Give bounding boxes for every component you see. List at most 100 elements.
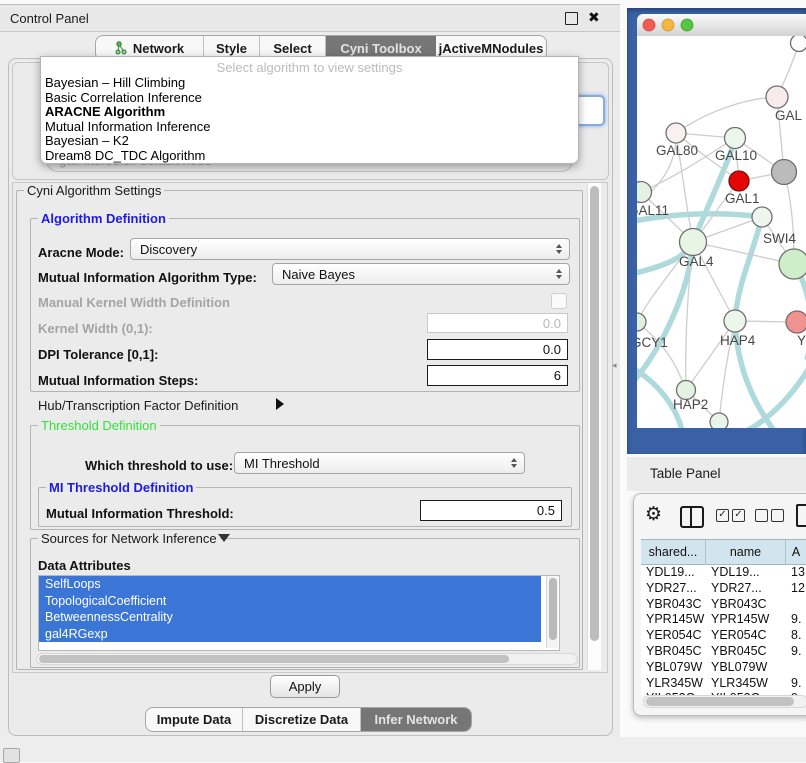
table-row[interactable]: YLR345W YLR345W 9. — [641, 676, 806, 692]
hub-definition-label: Hub/Transcription Factor Definition — [38, 398, 238, 413]
cell: YPR145W — [641, 612, 706, 628]
node[interactable] — [725, 128, 746, 149]
traffic-close-icon[interactable] — [643, 19, 655, 31]
cell: YBL079W — [706, 660, 786, 676]
aracne-mode-combo[interactable]: Discovery — [130, 238, 570, 260]
node[interactable] — [637, 182, 652, 203]
cell: YBR045C — [641, 644, 706, 660]
dpi-tolerance-field[interactable]: 0.0 — [427, 339, 568, 360]
mi-threshold-field[interactable]: 0.5 — [420, 500, 562, 521]
collapse-arrow-icon[interactable] — [218, 534, 230, 542]
table-row[interactable]: YDL19... YDL19... 13 — [641, 565, 806, 581]
traffic-zoom-icon[interactable] — [681, 19, 693, 31]
horizontal-scrollbar[interactable] — [36, 653, 578, 665]
table-row[interactable]: YPR145W YPR145W 9. — [641, 612, 806, 628]
tab-discretize-data[interactable]: Discretize Data — [243, 708, 361, 731]
table-row[interactable]: YBR045C YBR045C 9. — [641, 644, 806, 660]
which-threshold-combo[interactable]: MI Threshold — [234, 452, 525, 474]
tab-infer-network-label: Infer Network — [374, 712, 457, 727]
node[interactable] — [752, 207, 772, 227]
list-item[interactable]: gal4RGexp — [39, 626, 541, 643]
mi-steps-label: Mutual Information Steps: — [38, 373, 198, 388]
mi-type-combo[interactable]: Naive Bayes — [272, 263, 570, 285]
aracne-mode-value: Discovery — [140, 242, 197, 257]
scrollbar-thumb[interactable] — [646, 697, 794, 706]
data-attributes-list: SelfLoops TopologicalCoefficient Between… — [38, 575, 560, 651]
collapsed-panel-handle[interactable] — [3, 748, 20, 763]
sources-title-text: Sources for Network Inference — [41, 531, 217, 546]
close-icon[interactable]: ✖ — [588, 9, 600, 26]
settings-vertical-scrollbar[interactable] — [587, 183, 601, 670]
table-row[interactable]: YBL079W YBL079W — [641, 660, 806, 676]
cell: YDR27... — [706, 581, 786, 597]
node-label: Y — [797, 333, 806, 348]
node[interactable] — [724, 310, 746, 332]
algorithm-option[interactable]: Basic Correlation Inference — [41, 91, 578, 106]
node[interactable] — [791, 36, 806, 52]
table-row[interactable]: YER054C YER054C 8. — [641, 628, 806, 644]
node[interactable] — [786, 311, 806, 333]
node[interactable] — [766, 86, 788, 108]
tab-infer-network[interactable]: Infer Network — [361, 708, 471, 731]
column-header[interactable]: name — [706, 540, 786, 564]
cell — [786, 660, 806, 676]
list-vertical-scrollbar[interactable] — [546, 576, 558, 648]
scrollbar-thumb[interactable] — [590, 186, 599, 641]
deselect-all-icon[interactable] — [755, 509, 784, 522]
list-item[interactable]: BetweennessCentrality — [39, 609, 541, 626]
tab-network-label: Network — [133, 41, 184, 56]
document-icon[interactable] — [796, 504, 806, 527]
node[interactable] — [710, 413, 728, 428]
cell: YER054C — [706, 628, 786, 644]
algorithm-popup-placeholder: Select algorithm to view settings — [41, 57, 578, 76]
tab-cyni-toolbox-label: Cyni Toolbox — [340, 41, 421, 56]
cell: YBR043C — [641, 597, 706, 613]
node[interactable] — [779, 249, 806, 279]
tab-impute-data[interactable]: Impute Data — [146, 708, 243, 731]
algorithm-option[interactable]: Bayesian – Hill Climbing — [41, 76, 578, 91]
cell: YDR27... — [641, 581, 706, 597]
float-window-icon[interactable] — [565, 12, 578, 25]
tab-impute-data-label: Impute Data — [157, 712, 231, 727]
node-label: GAL1 — [725, 191, 760, 206]
apply-button[interactable]: Apply — [270, 675, 340, 698]
expand-arrow-icon[interactable] — [276, 398, 284, 410]
cell — [786, 597, 806, 613]
mi-steps-field[interactable]: 6 — [427, 365, 568, 386]
scrollbar-thumb[interactable] — [39, 655, 509, 663]
node[interactable] — [772, 160, 797, 185]
list-item[interactable]: TopologicalCoefficient — [39, 593, 541, 610]
column-header[interactable]: A — [786, 540, 806, 564]
cell: YPR145W — [706, 612, 786, 628]
kernel-width-field[interactable]: 0.0 — [427, 313, 568, 333]
table-horizontal-scrollbar[interactable] — [643, 695, 806, 708]
node[interactable] — [729, 171, 749, 191]
dpi-tolerance-label: DPI Tolerance [0,1]: — [38, 347, 158, 362]
algorithm-option[interactable]: Bayesian – K2 — [41, 134, 578, 149]
panel-divider-handle[interactable]: ◂ — [612, 360, 617, 371]
table-header-row: shared... name A — [641, 540, 806, 565]
tab-select-label: Select — [273, 41, 311, 56]
traffic-minimize-icon[interactable] — [662, 19, 674, 31]
split-columns-icon[interactable] — [680, 506, 704, 528]
threshold-definition-title: Threshold Definition — [38, 418, 160, 433]
table-row[interactable]: YDR27... YDR27... 12 — [641, 581, 806, 597]
list-item[interactable]: SelfLoops — [39, 576, 541, 593]
unchecked-box-icon — [771, 509, 784, 522]
cell: 9. — [786, 676, 806, 692]
node[interactable] — [666, 123, 686, 143]
scrollbar-thumb[interactable] — [549, 578, 557, 640]
manual-kernel-checkbox[interactable] — [551, 293, 567, 309]
select-all-icon[interactable]: ✓ ✓ — [716, 509, 745, 522]
column-header[interactable]: shared... — [641, 540, 706, 564]
algorithm-option[interactable]: Dream8 DC_TDC Algorithm — [41, 149, 578, 164]
network-canvas[interactable]: GAL GAL80 GAL10 GAL1 GAL11 SWI4 GAL4 GCY… — [637, 36, 806, 428]
algorithm-option-selected[interactable]: ARACNE Algorithm — [41, 105, 578, 120]
sources-group-title: Sources for Network Inference — [38, 531, 220, 546]
network-window-titlebar[interactable] — [637, 14, 806, 37]
table-row[interactable]: YBR043C YBR043C — [641, 597, 806, 613]
algorithm-option[interactable]: Mutual Information Inference — [41, 120, 578, 135]
aracne-mode-label: Aracne Mode: — [38, 245, 124, 260]
gear-icon[interactable]: ⚙ — [645, 505, 662, 524]
node[interactable] — [680, 229, 707, 256]
